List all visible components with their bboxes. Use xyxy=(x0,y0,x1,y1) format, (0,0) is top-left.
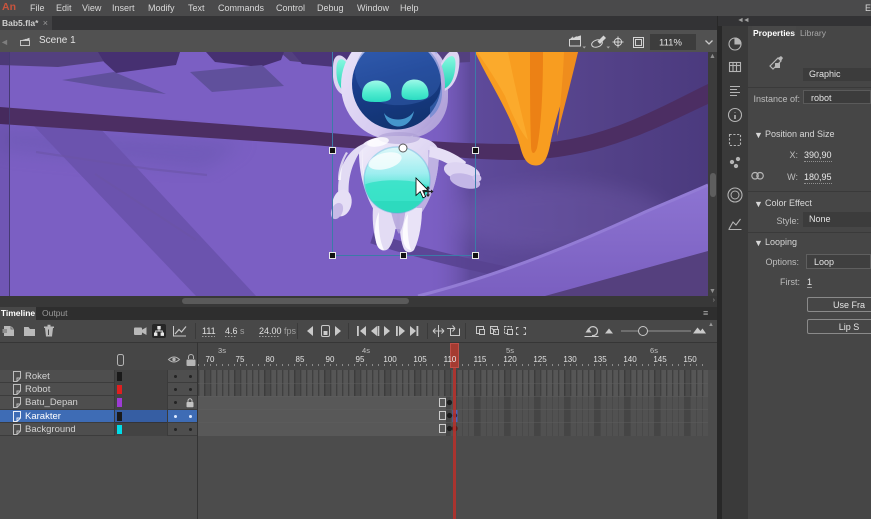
svg-text:111%: 111% xyxy=(659,38,682,49)
svg-text:24.00 fps: 24.00 fps xyxy=(259,326,297,336)
svg-text:4.6 s: 4.6 s xyxy=(225,326,245,336)
svg-text:111: 111 xyxy=(202,326,216,336)
